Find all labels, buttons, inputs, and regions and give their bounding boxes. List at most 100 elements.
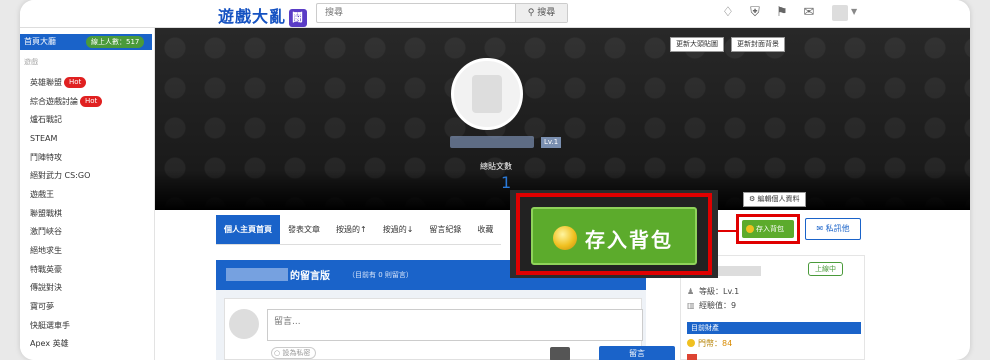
shield-icon[interactable]: ⛨: [747, 5, 763, 21]
bell-icon[interactable]: ♢: [720, 5, 736, 21]
post-count-label: 總貼文數: [480, 162, 512, 171]
callout-connector: [718, 230, 738, 232]
change-avatar-button[interactable]: 更新大頭貼圖: [670, 37, 724, 52]
sidebar-item-label: 激鬥峽谷: [30, 227, 62, 237]
sidebar-item[interactable]: Apex 英雄: [30, 335, 102, 354]
sidebar-item-label: 絕對武力 CS:GO: [30, 171, 91, 181]
sidebar-item-label: 鬥陣特攻: [30, 152, 62, 162]
person-icon: ♟: [687, 287, 695, 296]
sidebar: 首頁大廳 線上人數：517 遊戲 英雄聯盟 Hot 綜合遊戲討論 Hot 爐石戰記 …: [20, 28, 155, 360]
logo-text: 遊戲大亂: [218, 7, 287, 26]
guestbook-input[interactable]: [267, 309, 643, 341]
tab-home[interactable]: 個人主頁首頁: [216, 215, 280, 244]
tab-favorites[interactable]: 收藏: [469, 215, 501, 244]
sidebar-item[interactable]: 絕對武力 CS:GO: [30, 166, 102, 185]
save-to-bag-button[interactable]: 存入背包: [742, 220, 794, 238]
sidebar-item[interactable]: 特戰英豪: [30, 260, 102, 279]
guestbook-body: 設為私密 留言: [216, 290, 675, 360]
avatar[interactable]: [832, 5, 848, 21]
tab-downvoted[interactable]: 按過的↓: [375, 215, 422, 244]
save-to-bag-button-zoomed[interactable]: 存入背包: [531, 207, 697, 265]
site-logo[interactable]: 遊戲大亂鬪: [218, 3, 308, 27]
sidebar-item-label: 絕地求生: [30, 246, 62, 256]
coin-icon: [553, 226, 577, 250]
logo-badge: 鬪: [289, 9, 308, 27]
search-icon: ⚲: [527, 8, 535, 18]
profile-cover: 更新大頭貼圖 更新封面背景 Lv.1 總貼文數 1 ⚙ 編輯個人資料: [155, 28, 970, 210]
online-status-badge: 上線中: [808, 262, 843, 276]
sidebar-item-label: 遊戲王: [30, 189, 54, 199]
sidebar-item-label: Apex 英雄: [30, 339, 69, 349]
sidebar-item[interactable]: 激鬥峽谷: [30, 223, 102, 242]
sidebar-category-label: 遊戲: [24, 58, 38, 66]
chevron-down-icon[interactable]: ▼: [851, 7, 857, 16]
sidebar-item[interactable]: 傳說對決: [30, 279, 102, 298]
flag-icon[interactable]: ⚑: [774, 5, 790, 21]
guestbook-compose: 設為私密 留言: [224, 298, 675, 360]
edit-profile-button[interactable]: ⚙ 編輯個人資料: [743, 192, 806, 207]
username-redacted: [450, 136, 534, 148]
sidebar-item-label: 傳說對決: [30, 283, 62, 293]
sidebar-item-label: 英雄聯盟: [30, 77, 62, 87]
sidebar-item[interactable]: 鬥陣特攻: [30, 148, 102, 167]
save-to-bag-label: 存入背包: [585, 228, 673, 252]
sidebar-item[interactable]: 快艇選車手: [30, 316, 102, 335]
sidebar-item[interactable]: 綜合遊戲討論 Hot: [30, 92, 103, 111]
exp-row: ▥ 經驗值：9: [687, 300, 736, 311]
coins-label: 門幣：: [698, 339, 722, 348]
exp-label: 經驗值：9: [699, 301, 737, 310]
sidebar-item-label: 寶可夢: [30, 302, 54, 312]
tab-comments[interactable]: 留言紀錄: [421, 215, 469, 244]
sidebar-item-label: 快艇選車手: [30, 320, 70, 330]
avatar: [229, 309, 259, 339]
sidebar-title: 首頁大廳: [24, 37, 56, 46]
guestbook-title: 的留言版: [290, 271, 330, 282]
assets-section-title: 目前財產: [687, 322, 861, 334]
hot-badge: Hot: [80, 95, 103, 107]
coins-row: 門幣：84: [687, 338, 732, 349]
camera-icon[interactable]: [550, 347, 570, 360]
search-button[interactable]: ⚲ 搜尋: [515, 4, 567, 22]
submit-comment-button[interactable]: 留言: [599, 346, 675, 360]
sidebar-item[interactable]: 絕地求生: [30, 241, 102, 260]
sidebar-item-label: 特戰英豪: [30, 264, 62, 274]
search-input[interactable]: [317, 4, 515, 22]
edit-profile-label: 編輯個人資料: [757, 195, 800, 203]
sidebar-item-label: 爐石戰記: [30, 115, 62, 125]
guestbook-count: （目前有 0 則留言）: [348, 271, 413, 279]
coins-value: 84: [722, 339, 733, 348]
coin-icon: [687, 339, 695, 347]
sidebar-item-label: STEAM: [30, 133, 58, 143]
sidebar-item[interactable]: 英雄聯盟 Hot: [30, 73, 102, 92]
zoom-callout: 存入背包: [516, 193, 712, 275]
private-message-label: 私訊他: [825, 224, 850, 233]
sidebar-item[interactable]: 聯盟戰棋: [30, 204, 102, 223]
gem-icon: [687, 354, 697, 360]
private-message-button[interactable]: ✉ 私訊他: [805, 218, 861, 240]
top-bar: 遊戲大亂鬪 ⚲ 搜尋 ♢ ⛨ ⚑ ✉ ▼: [20, 0, 970, 28]
tab-posts[interactable]: 發表文章: [280, 215, 328, 244]
level-label: 等級：Lv.1: [699, 287, 740, 296]
hot-badge: Hot: [64, 76, 87, 88]
search-button-label: 搜尋: [537, 8, 556, 18]
change-cover-button[interactable]: 更新封面背景: [731, 37, 785, 52]
sidebar-item[interactable]: STEAM: [30, 129, 102, 148]
mail-icon: ✉: [816, 224, 824, 233]
sidebar-item[interactable]: 遊戲王: [30, 185, 102, 204]
profile-tabs: 個人主頁首頁 發表文章 按過的↑ 按過的↓ 留言紀錄 收藏: [216, 215, 502, 245]
sidebar-header[interactable]: 首頁大廳 線上人數：517: [20, 34, 152, 50]
tab-upvoted[interactable]: 按過的↑: [328, 215, 375, 244]
chart-icon: ▥: [687, 301, 695, 310]
private-toggle[interactable]: 設為私密: [271, 347, 317, 359]
sidebar-item-label: 綜合遊戲討論: [30, 96, 78, 106]
sidebar-item[interactable]: 爐石戰記: [30, 110, 102, 129]
gear-icon: ⚙: [749, 195, 756, 203]
search-box: ⚲ 搜尋: [316, 3, 568, 23]
online-count-badge: 線上人數：517: [86, 36, 145, 48]
app-frame: 遊戲大亂鬪 ⚲ 搜尋 ♢ ⛨ ⚑ ✉ ▼ 首頁大廳 線上人數：517 遊戲 英雄…: [20, 0, 970, 360]
level-tag: Lv.1: [541, 137, 562, 148]
guestbook-owner-redacted: [226, 268, 288, 281]
sidebar-item-label: 聯盟戰棋: [30, 208, 62, 218]
sidebar-item[interactable]: 寶可夢: [30, 297, 102, 316]
mail-icon[interactable]: ✉: [801, 5, 817, 21]
